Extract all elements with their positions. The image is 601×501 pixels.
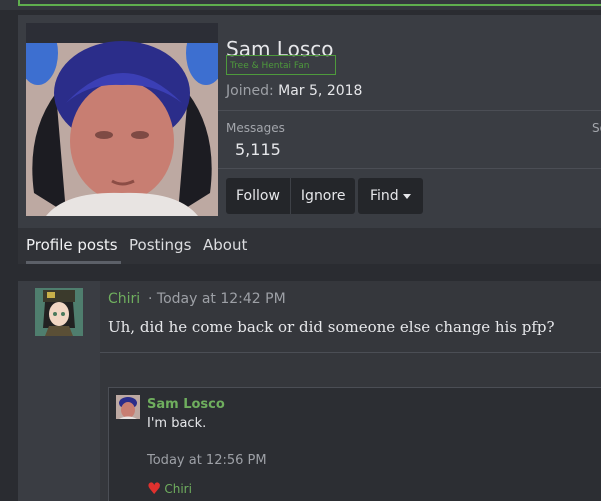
reply-timestamp[interactable]: Today at 12:56 PM bbox=[147, 453, 267, 468]
reply-author-avatar[interactable] bbox=[116, 395, 140, 419]
profile-card: Sam Losco Tree & Hentai Fan Joined: Mar … bbox=[18, 15, 601, 264]
post-author-avatar[interactable] bbox=[35, 288, 83, 336]
tab-about[interactable]: About bbox=[203, 228, 247, 264]
joined-info: Joined: Mar 5, 2018 bbox=[226, 83, 362, 99]
joined-date[interactable]: Mar 5, 2018 bbox=[278, 83, 362, 99]
profile-tabs: Profile posts Postings About bbox=[18, 228, 601, 264]
reaction-user[interactable]: Chiri bbox=[164, 482, 192, 496]
heart-icon: ♥ bbox=[147, 479, 162, 498]
top-accent-border bbox=[18, 0, 601, 6]
find-label: Find bbox=[370, 188, 399, 204]
messages-count[interactable]: 5,115 bbox=[235, 140, 281, 159]
profile-divider bbox=[218, 110, 601, 111]
profile-post: Chiri · Today at 12:42 PM Uh, did he com… bbox=[18, 281, 601, 501]
profile-divider-2 bbox=[218, 168, 601, 169]
messages-label: Messages bbox=[226, 121, 285, 135]
joined-label: Joined: bbox=[226, 83, 274, 99]
reply-text: I'm back. bbox=[147, 416, 207, 431]
post-divider bbox=[100, 352, 601, 353]
user-title-badge: Tree & Hentai Fan bbox=[226, 55, 336, 75]
tab-postings[interactable]: Postings bbox=[129, 228, 191, 264]
post-reply: Sam Losco I'm back. Today at 12:56 PM ♥ … bbox=[108, 387, 601, 501]
chevron-down-icon bbox=[402, 193, 411, 199]
post-author-name[interactable]: Chiri bbox=[108, 291, 140, 307]
find-button[interactable]: Find bbox=[358, 178, 423, 214]
stat-label-clipped: So bbox=[592, 121, 601, 135]
reaction-summary[interactable]: ♥ Chiri bbox=[147, 479, 192, 498]
reply-author-name[interactable]: Sam Losco bbox=[147, 397, 225, 412]
follow-ignore-group: Follow Ignore bbox=[226, 178, 356, 214]
tab-profile-posts[interactable]: Profile posts bbox=[26, 228, 121, 264]
ignore-button[interactable]: Ignore bbox=[290, 178, 356, 214]
top-edge bbox=[0, 0, 601, 10]
post-text: Uh, did he come back or did someone else… bbox=[108, 318, 555, 336]
post-timestamp[interactable]: · Today at 12:42 PM bbox=[148, 291, 286, 307]
profile-avatar[interactable] bbox=[26, 23, 218, 216]
follow-button[interactable]: Follow bbox=[226, 178, 291, 214]
